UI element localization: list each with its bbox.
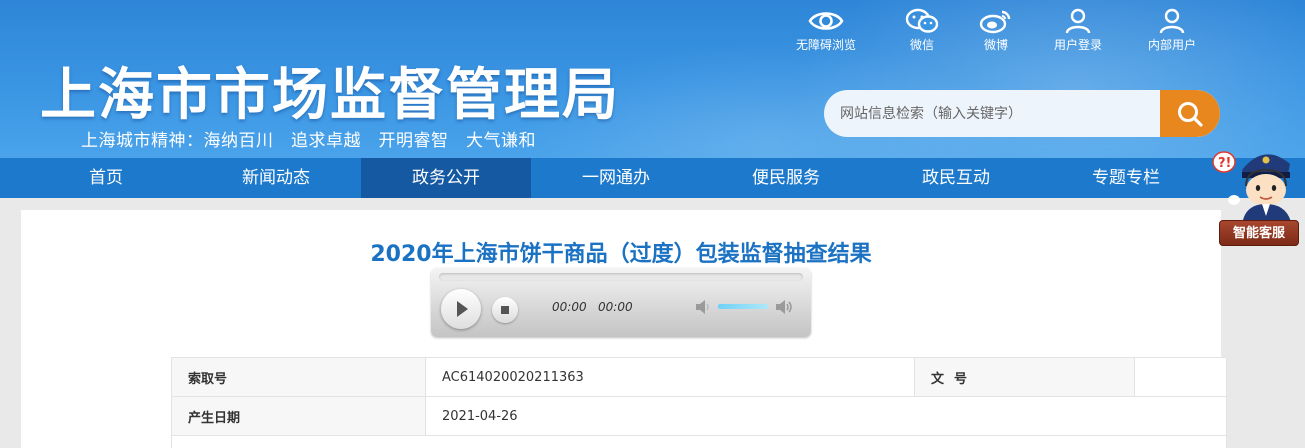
- table-row: 索取号 AC614020020211363 文号: [171, 357, 1227, 397]
- main-nav: 首页 新闻动态 政务公开 一网通办 便民服务 政民互动 专题专栏: [0, 158, 1305, 198]
- play-icon: [457, 301, 468, 317]
- created-date-label: 产生日期: [171, 396, 426, 436]
- user-icon: [1159, 8, 1185, 34]
- page-title: 2020年上海市饼干商品（过度）包装监督抽查结果: [370, 242, 872, 267]
- chatbot-label: 智能客服: [1219, 220, 1299, 246]
- user-login-link[interactable]: 用户登录: [1054, 8, 1102, 53]
- svg-text:?!: ?!: [1218, 156, 1231, 171]
- mute-icon[interactable]: [694, 298, 712, 316]
- accessibility-link[interactable]: 无障碍浏览: [796, 8, 856, 53]
- audio-progress-bar[interactable]: [439, 273, 803, 281]
- internal-user-link[interactable]: 内部用户: [1148, 8, 1196, 53]
- audio-current-time: 00:00: [552, 300, 587, 314]
- nav-item-home[interactable]: 首页: [21, 158, 191, 198]
- nav-item-services[interactable]: 便民服务: [701, 158, 871, 198]
- nav-item-news[interactable]: 新闻动态: [191, 158, 361, 198]
- table-row: [171, 435, 1227, 448]
- internal-user-link-label: 内部用户: [1148, 38, 1197, 52]
- search-button[interactable]: [1160, 90, 1220, 137]
- document-number-value: [1134, 357, 1227, 397]
- search-input[interactable]: [824, 90, 1160, 137]
- table-row: 产生日期 2021-04-26: [171, 396, 1227, 436]
- top-links: 无障碍浏览 微信 微博 用户登录 内部用户: [790, 8, 1220, 52]
- volume-slider[interactable]: [718, 304, 768, 309]
- document-number-label: 文号: [914, 357, 1135, 397]
- site-search: [824, 90, 1220, 137]
- nav-item-interaction[interactable]: 政民互动: [871, 158, 1041, 198]
- wechat-icon: [905, 8, 939, 33]
- nav-item-topics[interactable]: 专题专栏: [1041, 158, 1211, 198]
- nav-item-one-stop[interactable]: 一网通办: [531, 158, 701, 198]
- wechat-link[interactable]: 微信: [904, 8, 940, 53]
- search-icon: [1178, 101, 1203, 127]
- eye-icon: [808, 12, 844, 30]
- site-title[interactable]: 上海市市场监督管理局: [40, 50, 620, 131]
- weibo-link[interactable]: 微博: [978, 8, 1014, 53]
- volume-icon[interactable]: [774, 297, 794, 317]
- stop-icon: [501, 306, 509, 314]
- table-cell: [171, 435, 1227, 448]
- play-button[interactable]: [441, 289, 481, 329]
- weibo-link-label: 微博: [983, 38, 1008, 52]
- user-login-link-label: 用户登录: [1054, 38, 1103, 52]
- document-meta-table: 索取号 AC614020020211363 文号 产生日期 2021-04-26: [171, 357, 1227, 448]
- customer-service-avatar-icon: ?!: [1212, 151, 1292, 226]
- audio-duration: 00:00: [598, 300, 633, 314]
- user-icon: [1065, 8, 1091, 34]
- site-slogan: 上海城市精神：海纳百川 追求卓越 开明睿智 大气谦和: [81, 131, 536, 151]
- audio-player: 00:00 00:00: [431, 268, 811, 337]
- index-number-value: AC614020020211363: [425, 357, 915, 397]
- accessibility-link-label: 无障碍浏览: [796, 38, 857, 52]
- weibo-icon: [979, 10, 1011, 34]
- created-date-value: 2021-04-26: [425, 396, 1227, 436]
- wechat-link-label: 微信: [909, 38, 934, 52]
- site-header: 上海市市场监督管理局 上海城市精神：海纳百川 追求卓越 开明睿智 大气谦和 无障…: [0, 0, 1305, 158]
- stop-button[interactable]: [492, 297, 518, 323]
- chatbot-widget[interactable]: ?! 智能客服: [1212, 140, 1305, 248]
- nav-item-gov-affairs[interactable]: 政务公开: [361, 158, 531, 198]
- index-number-label: 索取号: [171, 357, 426, 397]
